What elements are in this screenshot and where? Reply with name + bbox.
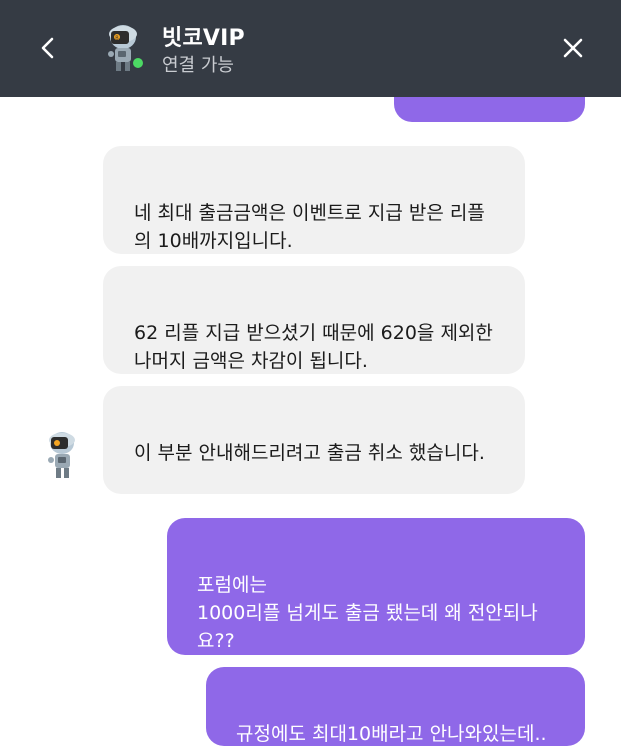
- back-button[interactable]: [30, 30, 66, 66]
- chevron-left-icon: [41, 37, 54, 59]
- message-bubble-user: 규정에도 최대10배라고 안나와있는데..: [206, 667, 585, 746]
- message-text: 네 최대 출금금액은 이벤트로 지급 받은 리플의 10배까지입니다.: [134, 202, 485, 252]
- close-icon: [563, 38, 583, 58]
- connection-status: 연결 가능: [162, 55, 234, 76]
- message-bubble-agent: 네 최대 출금금액은 이벤트로 지급 받은 리플의 10배까지입니다.: [103, 146, 525, 254]
- message-bubble-agent: 이 부분 안내해드리려고 출금 취소 했습니다.: [103, 386, 525, 494]
- message-text: 규정에도 최대10배라고 안나와있는데..: [236, 723, 547, 745]
- close-button[interactable]: [555, 30, 591, 66]
- message-text: 62 리플 지급 받으셨기 때문에 620을 제외한 나머지 금액은 차감이 됩…: [134, 322, 493, 372]
- message-bubble-user: 포럼에는 1000리플 넘게도 출금 됐는데 왜 전안되나요??: [167, 518, 585, 655]
- agent-avatar-icon: [48, 432, 75, 478]
- message-text: 이 부분 안내해드리려고 출금 취소 했습니다.: [134, 442, 485, 464]
- message-text: 포럼에는 1000리플 넘게도 출금 됐는데 왜 전안되나요??: [197, 574, 538, 652]
- online-status-dot: [132, 57, 144, 69]
- svg-text:B: B: [115, 36, 119, 42]
- message-bubble-agent: 62 리플 지급 받으셨기 때문에 620을 제외한 나머지 금액은 차감이 됩…: [103, 266, 525, 374]
- chat-title: 빗코VIP: [162, 26, 245, 51]
- chat-header: B 빗코VIP 연결 가능: [0, 0, 621, 97]
